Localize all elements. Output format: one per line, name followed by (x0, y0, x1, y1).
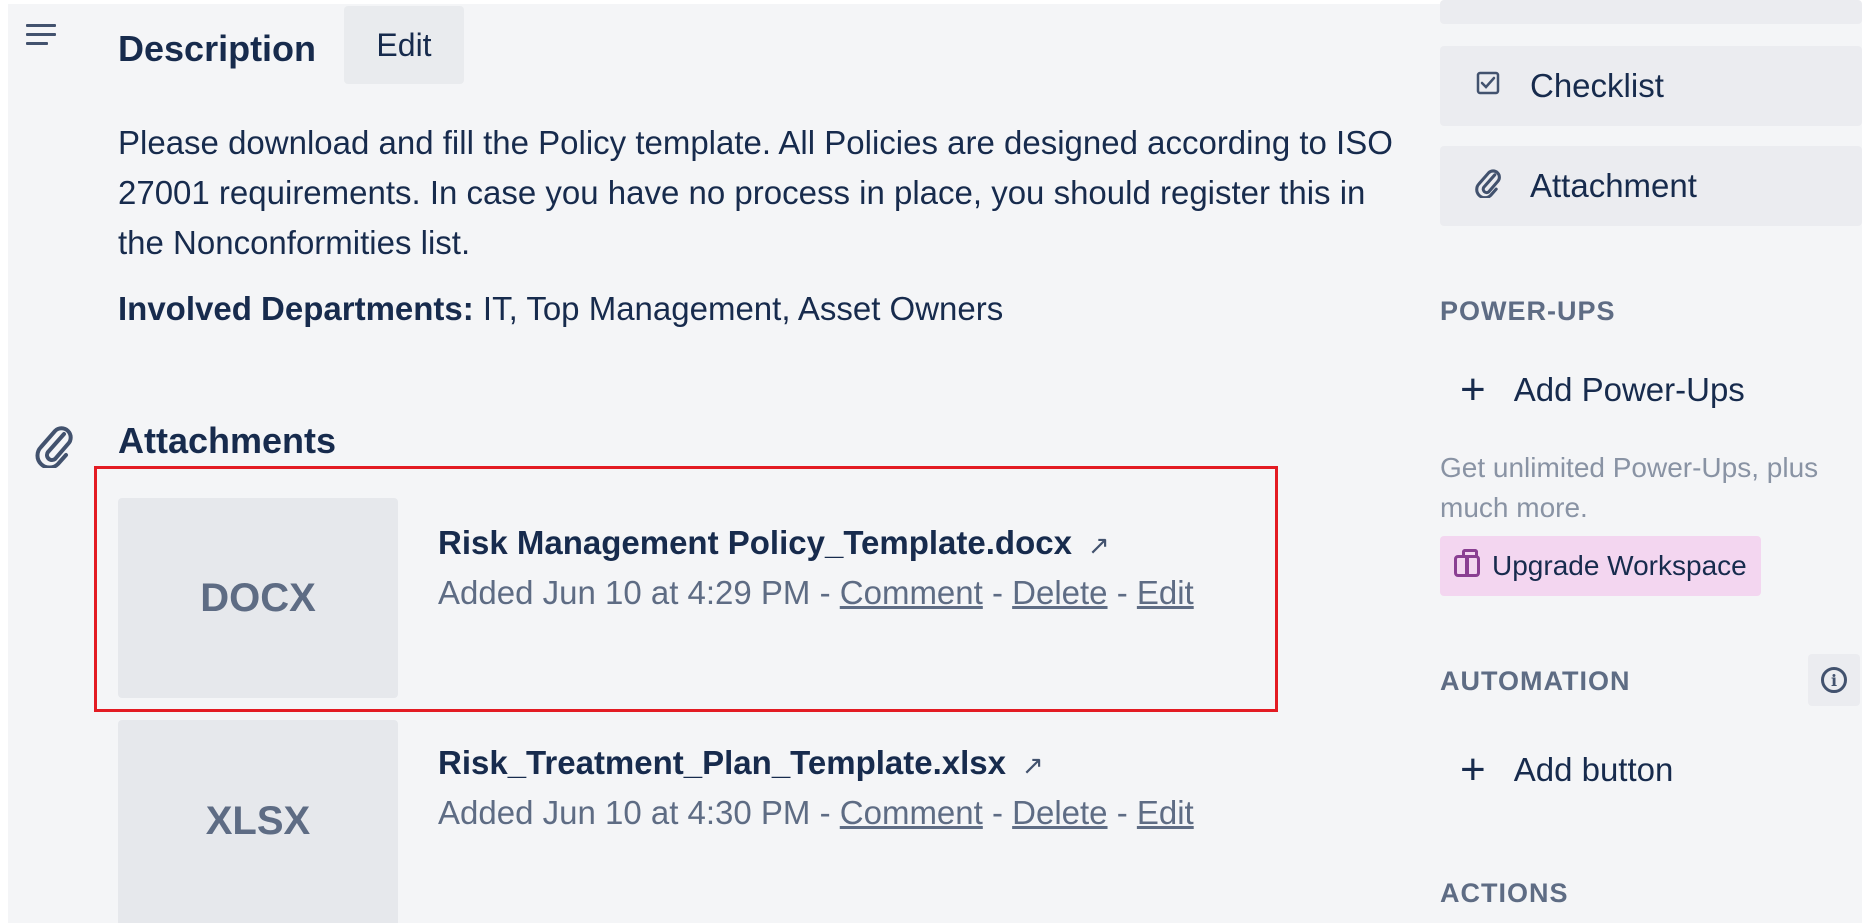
meta-separator: - (1107, 574, 1137, 611)
description-heading: Description (118, 28, 317, 69)
attachment-added-time: Added Jun 10 at 4:30 PM - (438, 794, 840, 831)
attachments-heading: Attachments (118, 420, 337, 461)
attachment-name-text[interactable]: Risk_Treatment_Plan_Template.xlsx (438, 744, 1006, 781)
meta-separator: - (1107, 794, 1137, 831)
automation-info-button[interactable]: i (1808, 654, 1860, 706)
attachment-name[interactable]: Risk_Treatment_Plan_Template.xlsx ↗ (438, 744, 1044, 782)
add-button-label: Add button (1513, 751, 1674, 788)
paperclip-icon (34, 424, 74, 473)
add-power-ups-label: Add Power-Ups (1513, 371, 1745, 408)
briefcase-icon (1454, 549, 1480, 577)
actions-heading: ACTIONS (1440, 878, 1569, 908)
description-edit-button[interactable]: Edit (344, 6, 464, 84)
attachment-edit-link[interactable]: Edit (1137, 574, 1194, 611)
attachment-edit-link[interactable]: Edit (1137, 794, 1194, 831)
attachment-name[interactable]: Risk Management Policy_Template.docx ↗ (438, 524, 1110, 562)
attachment-button[interactable]: Attachment (1440, 146, 1862, 226)
plus-icon: + (1460, 365, 1486, 414)
power-ups-promo-text: Get unlimited Power-Ups, plus much more. (1440, 452, 1819, 523)
attachment-comment-link[interactable]: Comment (840, 794, 983, 831)
description-icon (26, 24, 56, 48)
upgrade-workspace-button[interactable]: Upgrade Workspace (1440, 536, 1761, 596)
description-text[interactable]: Please download and fill the Policy temp… (118, 118, 1398, 268)
attachment-thumbnail-docx[interactable]: DOCX (118, 498, 398, 698)
attachment-meta: Added Jun 10 at 4:29 PM - Comment - Dele… (438, 574, 1194, 612)
attachment-name-text[interactable]: Risk Management Policy_Template.docx (438, 524, 1072, 561)
meta-separator: - (982, 574, 1013, 611)
add-automation-button[interactable]: + Add button (1460, 740, 1673, 800)
attachment-delete-link[interactable]: Delete (1012, 574, 1107, 611)
power-ups-heading: POWER-UPS (1440, 296, 1616, 326)
info-icon: i (1821, 667, 1847, 693)
add-power-ups-button[interactable]: + Add Power-Ups (1460, 360, 1745, 420)
attachment-delete-link[interactable]: Delete (1012, 794, 1107, 831)
open-external-icon[interactable]: ↗ (1088, 530, 1110, 560)
automation-heading: AUTOMATION (1440, 666, 1631, 696)
attachment-comment-link[interactable]: Comment (840, 574, 983, 611)
attachment-added-time: Added Jun 10 at 4:29 PM - (438, 574, 840, 611)
upgrade-workspace-label: Upgrade Workspace (1492, 550, 1747, 581)
attachment-thumbnail-xlsx[interactable]: XLSX (118, 720, 398, 923)
involved-departments-value: IT, Top Management, Asset Owners (473, 290, 1004, 327)
checklist-button[interactable]: Checklist (1440, 46, 1862, 126)
attachment-meta: Added Jun 10 at 4:30 PM - Comment - Dele… (438, 794, 1194, 832)
checklist-label: Checklist (1530, 67, 1664, 104)
plus-icon: + (1460, 745, 1486, 794)
checklist-icon (1468, 70, 1508, 102)
open-external-icon[interactable]: ↗ (1022, 750, 1044, 780)
involved-departments-label: Involved Departments: (118, 290, 474, 327)
paperclip-icon (1468, 168, 1508, 205)
attachment-label: Attachment (1530, 167, 1697, 204)
involved-departments: Involved Departments: IT, Top Management… (118, 290, 1003, 328)
sidebar-button-partial[interactable] (1440, 0, 1862, 24)
meta-separator: - (982, 794, 1013, 831)
